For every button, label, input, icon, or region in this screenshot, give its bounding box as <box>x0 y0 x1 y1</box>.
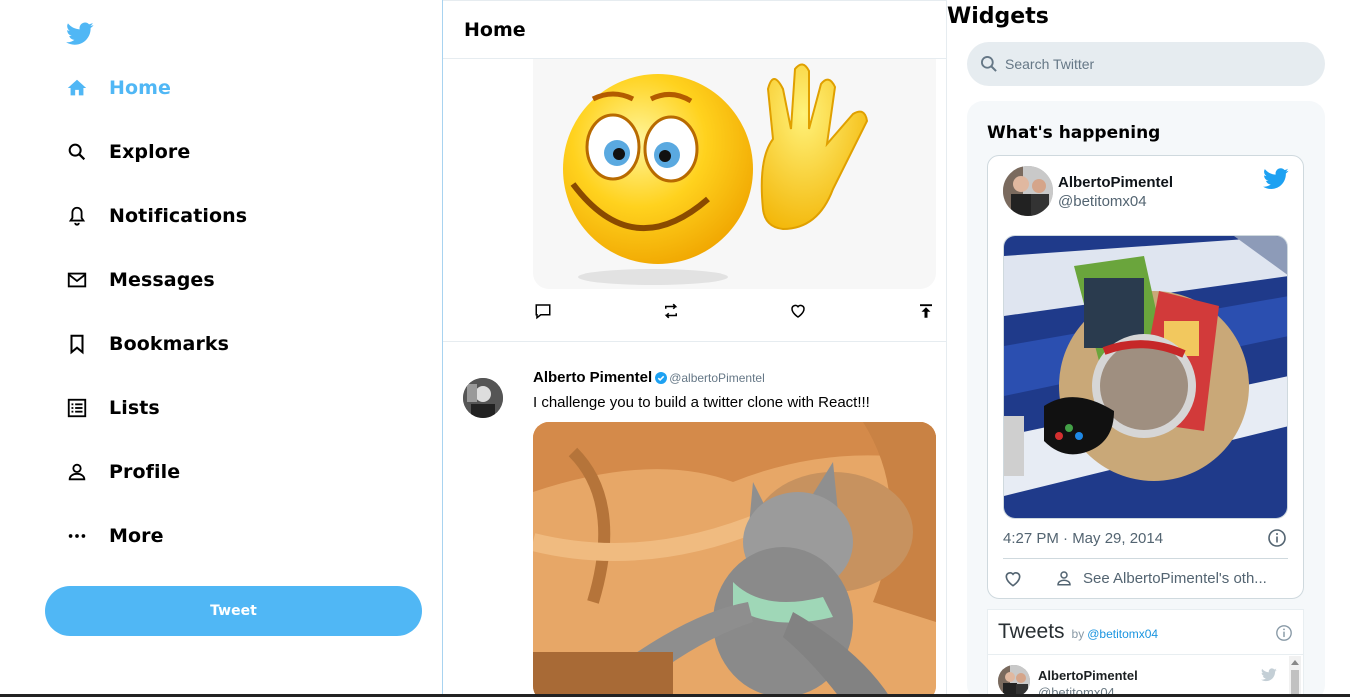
scroll-up-arrow-icon[interactable] <box>1291 660 1299 665</box>
timeline-title: Tweets <box>998 620 1065 643</box>
twitter-bird-icon[interactable] <box>1261 668 1277 682</box>
sidebar-item-label: Profile <box>109 461 181 483</box>
waving-smiley-emoji-image <box>563 63 869 285</box>
cat-gif-image <box>533 422 936 697</box>
widgets-title: Widgets <box>947 4 1049 29</box>
sidebar-item-label: Lists <box>109 397 160 419</box>
like-icon[interactable] <box>1003 569 1023 589</box>
timeline-header: Tweets by @betitomx04 <box>998 620 1158 644</box>
post-text: I challenge you to build a twitter clone… <box>533 394 870 411</box>
post-actions <box>533 300 936 322</box>
search-input[interactable] <box>1005 56 1305 72</box>
timeline-scrollbar[interactable] <box>1289 656 1301 697</box>
bookmark-icon <box>64 331 90 357</box>
scrollbar-thumb[interactable] <box>1291 670 1299 697</box>
info-icon[interactable] <box>1267 528 1287 548</box>
sidebar-item-label: Messages <box>109 269 215 291</box>
sidebar-item-label: Notifications <box>109 205 248 227</box>
post-author-handle[interactable]: @albertoPimentel <box>669 371 765 385</box>
sidebar-item-bookmarks[interactable]: Bookmarks <box>64 324 229 364</box>
bell-icon <box>64 203 90 229</box>
post-media-smiley[interactable] <box>533 59 936 289</box>
search-icon <box>64 139 90 165</box>
search-icon <box>981 56 997 72</box>
sidebar-item-explore[interactable]: Explore <box>64 132 190 172</box>
post-media-cat[interactable] <box>533 422 936 697</box>
sidebar-item-label: Home <box>109 77 172 99</box>
search-bar[interactable] <box>967 42 1325 86</box>
post-author-name[interactable]: Alberto Pimentel <box>533 369 652 386</box>
verified-badge-icon <box>655 371 668 384</box>
list-icon <box>64 395 90 421</box>
feed-header: Home <box>443 0 946 59</box>
sidebar-item-home[interactable]: Home <box>64 68 171 108</box>
mail-icon <box>64 267 90 293</box>
avatar[interactable] <box>998 665 1030 697</box>
sidebar-item-more[interactable]: More <box>64 516 164 556</box>
retweet-icon[interactable] <box>661 301 681 321</box>
twitter-bird-icon[interactable] <box>66 22 94 46</box>
embed-divider <box>1003 558 1288 559</box>
widgets: Widgets What's happening AlbertoPimentel… <box>947 0 1350 697</box>
timeline-handle-link[interactable]: @betitomx04 <box>1087 627 1158 641</box>
panel-title: What's happening <box>987 123 1161 143</box>
embed-photo-image <box>1004 236 1287 518</box>
page-title: Home <box>464 18 526 41</box>
tweet-button[interactable]: Tweet <box>45 586 422 636</box>
embed-timestamp[interactable]: 4:27 PM · May 29, 2014 <box>1003 530 1163 547</box>
sidebar-item-notifications[interactable]: Notifications <box>64 196 247 236</box>
person-icon <box>64 459 90 485</box>
embedded-tweet[interactable]: AlbertoPimentel @betitomx04 4:27 PM · Ma… <box>987 155 1304 599</box>
person-icon <box>1057 571 1071 586</box>
see-more-link[interactable]: See AlbertoPimentel's oth... <box>1083 570 1267 587</box>
info-icon[interactable] <box>1275 624 1293 642</box>
post-header: Alberto Pimentel @albertoPimentel <box>533 369 765 386</box>
tweets-timeline-widget[interactable]: Tweets by @betitomx04 AlbertoPimentel @b… <box>987 609 1304 697</box>
more-icon <box>64 523 90 549</box>
timeline-by: by <box>1071 627 1085 641</box>
sidebar-item-messages[interactable]: Messages <box>64 260 215 300</box>
embed-author-name[interactable]: AlbertoPimentel <box>1058 174 1173 191</box>
avatar[interactable] <box>463 378 503 418</box>
home-icon <box>64 75 90 101</box>
post-divider <box>443 341 946 342</box>
sidebar-item-lists[interactable]: Lists <box>64 388 160 428</box>
timeline-tweet-author[interactable]: AlbertoPimentel <box>1038 668 1138 683</box>
feed: Home Alberto Pimentel @albertoPimentel I… <box>443 0 947 697</box>
sidebar-item-label: Explore <box>109 141 191 163</box>
like-icon[interactable] <box>788 301 808 321</box>
comment-icon[interactable] <box>533 301 553 321</box>
share-icon[interactable] <box>916 301 936 321</box>
sidebar: Home Explore Notifications Messages Book… <box>0 0 443 697</box>
sidebar-item-profile[interactable]: Profile <box>64 452 180 492</box>
avatar[interactable] <box>1003 166 1053 216</box>
sidebar-item-label: Bookmarks <box>109 333 230 355</box>
twitter-bird-icon[interactable] <box>1263 168 1289 190</box>
whats-happening-panel: What's happening AlbertoPimentel @betito… <box>967 101 1325 697</box>
embed-author-handle[interactable]: @betitomx04 <box>1058 193 1147 210</box>
embed-photo[interactable] <box>1003 235 1288 519</box>
timeline-divider <box>988 654 1303 655</box>
sidebar-item-label: More <box>109 525 164 547</box>
